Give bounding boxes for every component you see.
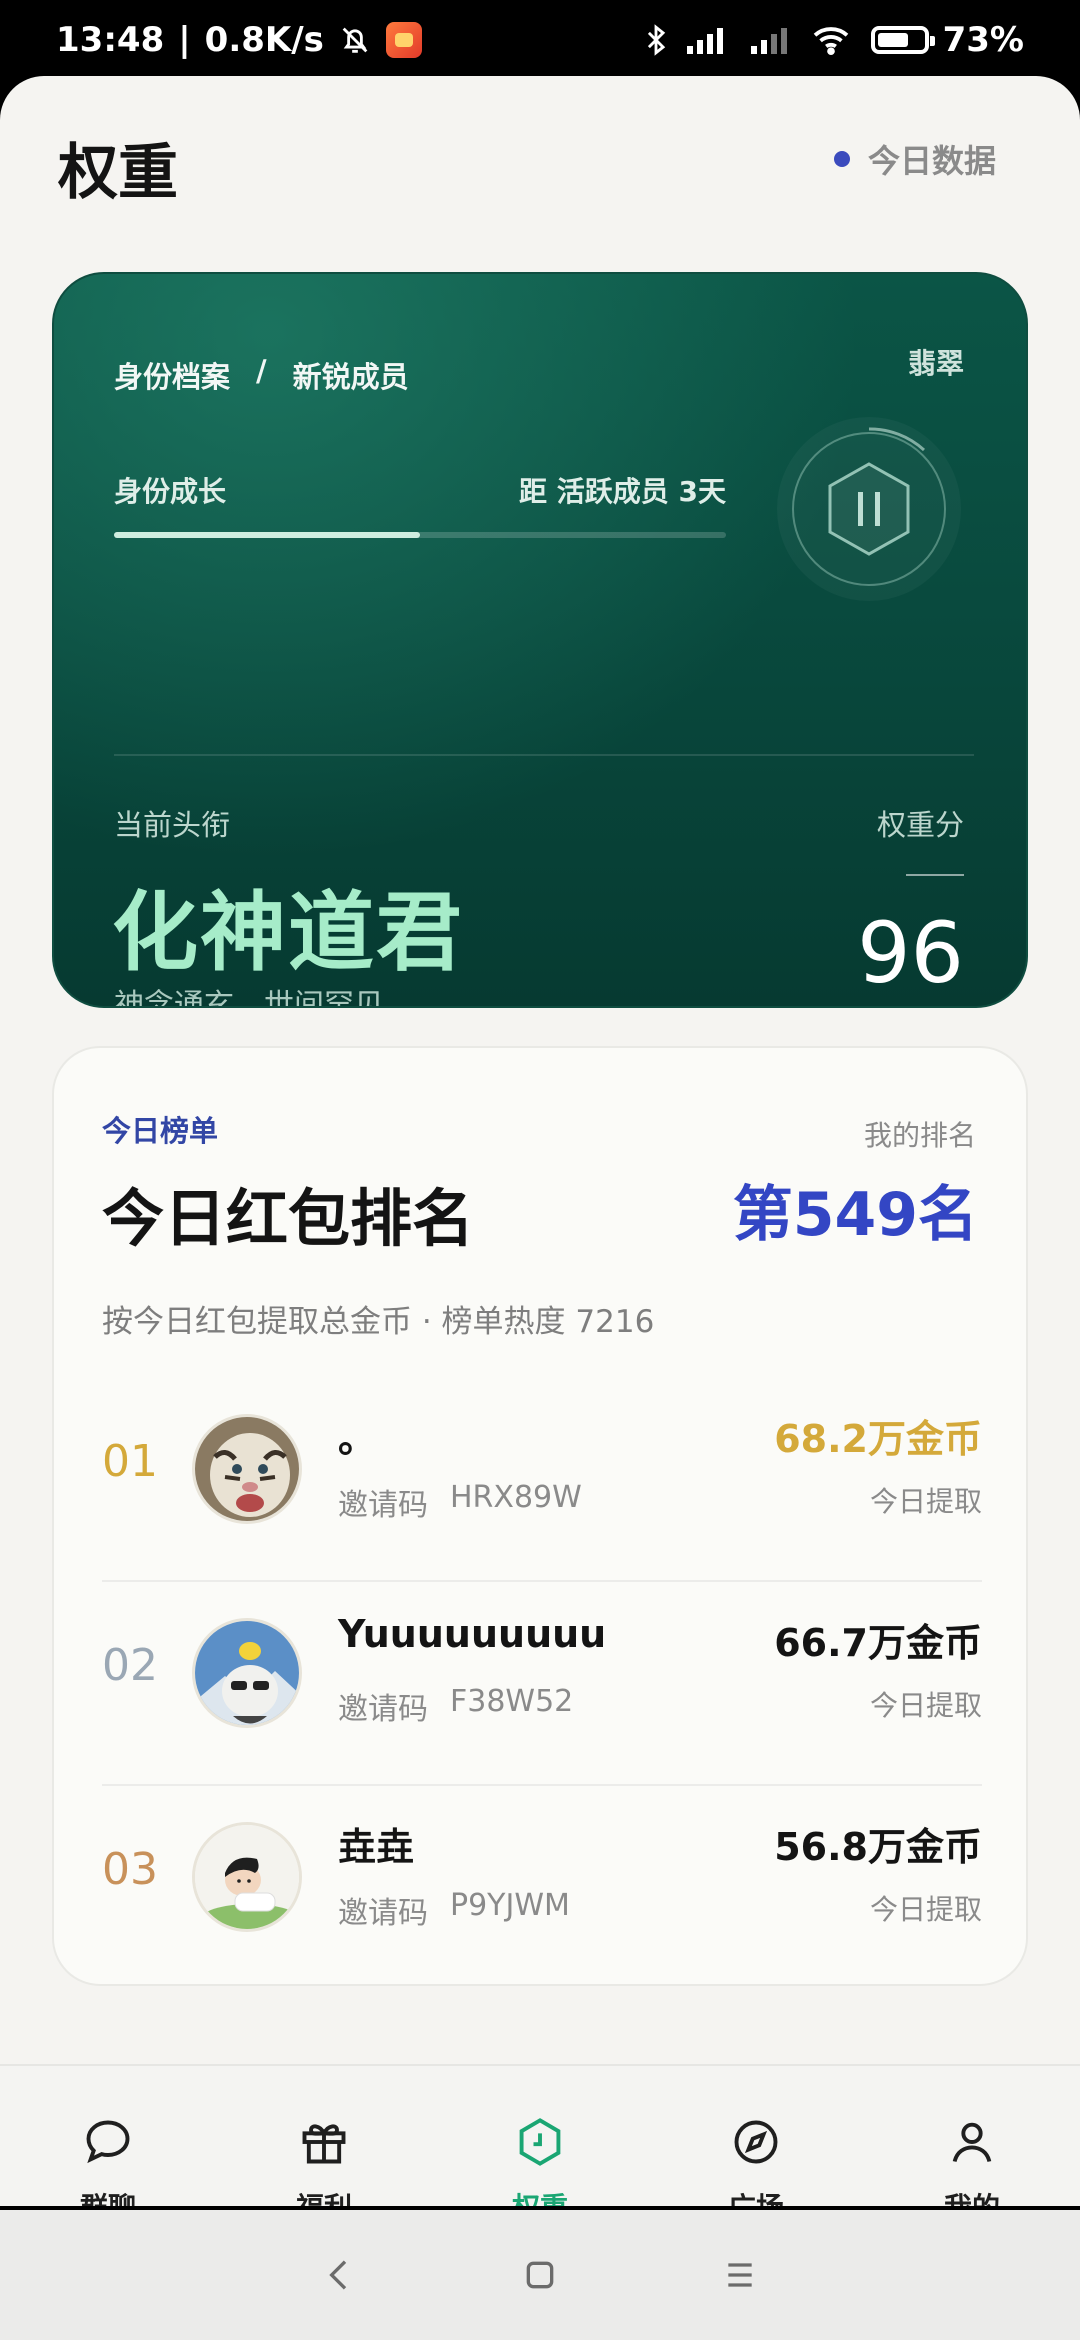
boy-avatar[interactable] bbox=[192, 1822, 302, 1932]
weight-icon bbox=[519, 2118, 561, 2166]
invite-code-value: F38W52 bbox=[450, 1684, 574, 1719]
current-title-label: 当前头衔 bbox=[114, 808, 231, 842]
gift-icon bbox=[302, 2124, 346, 2164]
breadcrumb-separator: / bbox=[256, 354, 267, 388]
amount-note: 今日提取 bbox=[869, 1893, 982, 1926]
signal-hd-icon-2 bbox=[747, 24, 797, 56]
today-data-label: 今日数据 bbox=[867, 142, 996, 180]
status-right: 73% bbox=[643, 20, 1024, 60]
mute-bell-icon bbox=[338, 23, 372, 57]
status-divider: | bbox=[178, 20, 191, 60]
invite-code-value: HRX89W bbox=[450, 1480, 582, 1515]
tier-label: 翡翠 bbox=[907, 347, 964, 380]
breadcrumb: 身份档案 / 新锐成员 bbox=[114, 354, 409, 396]
invite-code: 邀请码 F38W52 bbox=[338, 1684, 573, 1728]
coin-amount: 68.2万金币 bbox=[774, 1417, 982, 1461]
nav-item-welfare[interactable]: 福利 bbox=[254, 2066, 394, 2206]
rank-number: 02 bbox=[102, 1640, 158, 1691]
tiger-avatar[interactable] bbox=[192, 1414, 302, 1524]
app-notification-icon bbox=[385, 22, 422, 58]
score-rule bbox=[906, 874, 964, 876]
invite-code-label: 邀请码 bbox=[338, 1488, 428, 1523]
nav-item-plaza[interactable]: 广场 bbox=[686, 2066, 826, 2206]
nav-label: 我的 bbox=[944, 2186, 1000, 2206]
bottom-nav: 群聊 福利 权重 广场 我的 bbox=[0, 2064, 1080, 2206]
status-net-speed: 0.8K/s bbox=[204, 20, 324, 60]
ranking-row[interactable]: 03 垚垚 邀请码 P9YJWM 56.8万金币 今日提取 bbox=[102, 1784, 982, 1988]
nav-item-weight[interactable]: 权重 bbox=[470, 2066, 610, 2206]
invite-code: 邀请码 P9YJWM bbox=[338, 1888, 570, 1932]
signal-hd-icon bbox=[683, 24, 733, 56]
nav-label: 权重 bbox=[512, 2186, 568, 2206]
app-screen: 权重 今日数据 身份档案 / 新锐成员 翡翠 身份成长 距 活跃成员 3天 当前… bbox=[0, 76, 1080, 2206]
amount-note: 今日提取 bbox=[869, 1689, 982, 1722]
ranking-card: 今日榜单 我的排名 今日红包排名 第549名 按今日红包提取总金币 · 榜单热度… bbox=[52, 1046, 1028, 1986]
current-title-subtitle: 神念通玄，世间罕见 bbox=[114, 988, 384, 1008]
growth-remaining: 距 活跃成员 3天 bbox=[519, 475, 726, 508]
ranking-title: 今日红包排名 bbox=[102, 1182, 475, 1255]
score-label: 权重分 bbox=[876, 808, 964, 842]
ranking-row[interactable]: 02 Yuuuuuuuuu 邀请码 F38W52 66.7万金币 今日提取 bbox=[102, 1580, 982, 1784]
member-name: 垚垚 bbox=[338, 1825, 415, 1869]
rank-number: 01 bbox=[102, 1436, 158, 1487]
my-rank-value: 第549名 bbox=[732, 1180, 978, 1250]
member-name: Yuuuuuuuuu bbox=[338, 1612, 607, 1656]
compass-icon bbox=[734, 2120, 778, 2164]
status-dot bbox=[833, 151, 850, 167]
wifi-icon bbox=[811, 24, 851, 56]
profile-icon bbox=[952, 2122, 992, 2163]
breadcrumb-current: 新锐成员 bbox=[292, 360, 409, 394]
battery-icon bbox=[870, 26, 935, 54]
current-title: 化神道君 bbox=[112, 883, 464, 983]
bluetooth-icon bbox=[643, 23, 669, 57]
hexagon-badge-icon bbox=[777, 417, 961, 601]
status-time: 13:48 bbox=[56, 20, 165, 60]
status-bar: 13:48 | 0.8K/s 73% bbox=[0, 0, 1080, 80]
home-icon[interactable] bbox=[520, 2255, 560, 2295]
today-data-link[interactable]: 今日数据 bbox=[833, 136, 996, 182]
nav-label: 群聊 bbox=[80, 2186, 136, 2206]
ranking-list: 01 。 邀请码 HRX89W 68.2万金币 今日提取 02 Yuuuuuuu… bbox=[102, 1378, 982, 1988]
page-title: 权重 bbox=[58, 138, 178, 208]
growth-progress-bar bbox=[114, 532, 726, 538]
member-name: 。 bbox=[338, 1417, 377, 1461]
menu-icon[interactable] bbox=[720, 2255, 760, 2295]
invite-code-label: 邀请码 bbox=[338, 1692, 428, 1727]
identity-card[interactable]: 身份档案 / 新锐成员 翡翠 身份成长 距 活跃成员 3天 当前头衔 化神道君 … bbox=[52, 272, 1028, 1008]
invite-code: 邀请码 HRX89W bbox=[338, 1480, 582, 1524]
coin-amount: 66.7万金币 bbox=[774, 1621, 982, 1665]
my-rank-label: 我的排名 bbox=[863, 1119, 976, 1152]
nav-item-me[interactable]: 我的 bbox=[902, 2066, 1042, 2206]
nav-item-chat[interactable]: 群聊 bbox=[38, 2066, 178, 2206]
growth-progress-fill bbox=[114, 532, 420, 538]
ranking-eyebrow: 今日榜单 bbox=[102, 1114, 219, 1148]
rank-number: 03 bbox=[102, 1844, 158, 1895]
invite-code-label: 邀请码 bbox=[338, 1896, 428, 1931]
battery-percent: 73% bbox=[942, 20, 1024, 60]
nav-label: 福利 bbox=[296, 2186, 352, 2206]
back-icon[interactable] bbox=[320, 2255, 360, 2295]
ranking-row[interactable]: 01 。 邀请码 HRX89W 68.2万金币 今日提取 bbox=[102, 1378, 982, 1580]
nav-label: 广场 bbox=[728, 2186, 784, 2206]
header: 权重 今日数据 bbox=[0, 76, 1080, 256]
system-nav-bar bbox=[0, 2210, 1080, 2340]
coin-amount: 56.8万金币 bbox=[774, 1825, 982, 1869]
card-divider bbox=[114, 754, 974, 756]
invite-code-value: P9YJWM bbox=[450, 1888, 570, 1923]
score-value: 96 bbox=[857, 904, 964, 1002]
cat-avatar[interactable] bbox=[192, 1618, 302, 1728]
status-left: 13:48 | 0.8K/s bbox=[56, 20, 422, 60]
chat-icon bbox=[86, 2120, 130, 2164]
ranking-description: 按今日红包提取总金币 · 榜单热度 7216 bbox=[102, 1304, 655, 1340]
amount-note: 今日提取 bbox=[869, 1485, 982, 1518]
breadcrumb-root: 身份档案 bbox=[114, 360, 231, 394]
growth-label: 身份成长 bbox=[114, 475, 227, 508]
